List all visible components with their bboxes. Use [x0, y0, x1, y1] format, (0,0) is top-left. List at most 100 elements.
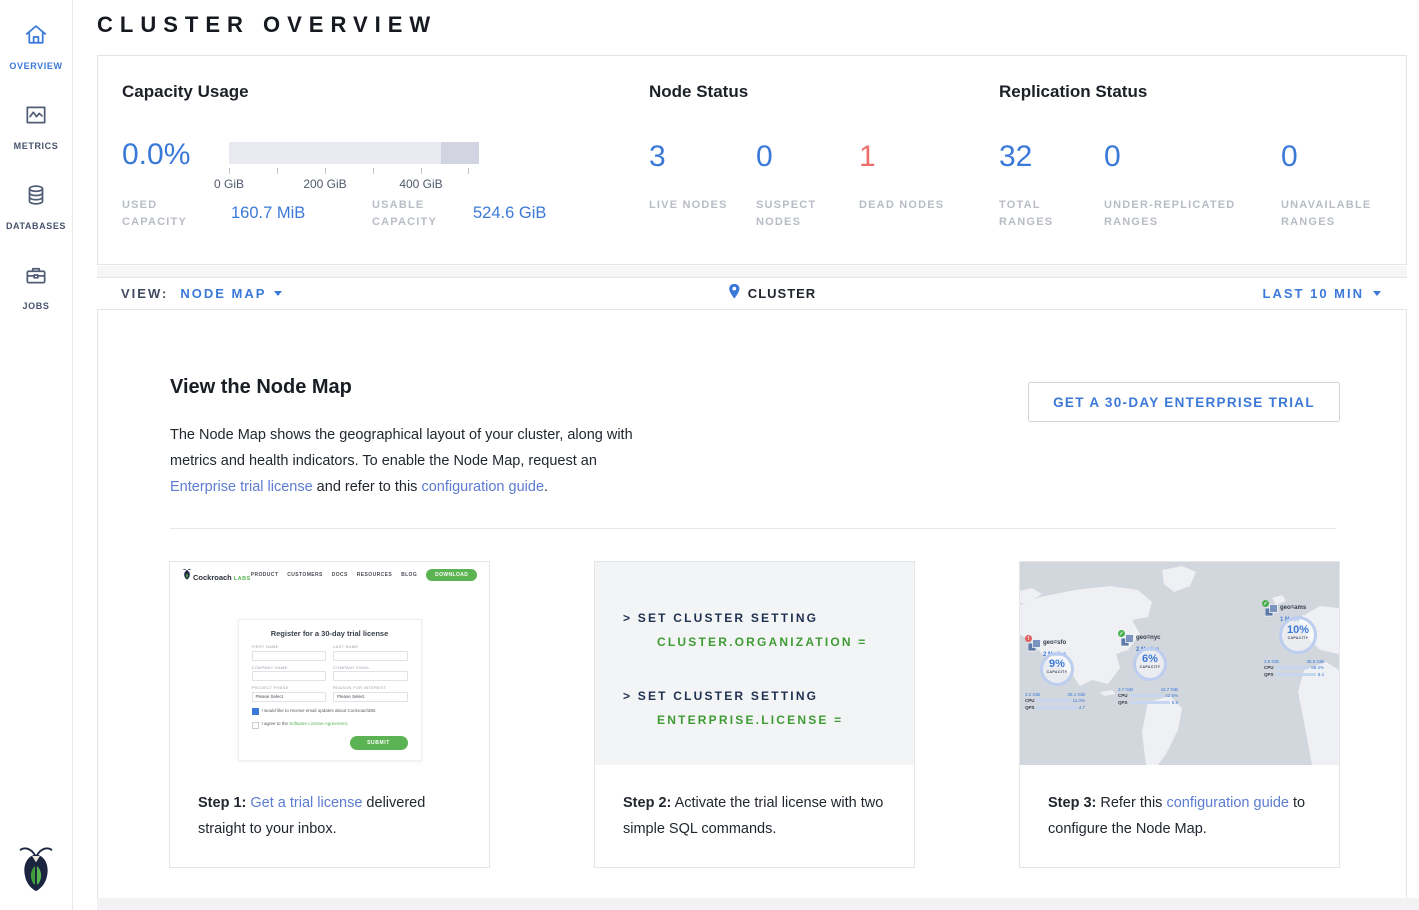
sidebar-item-label: JOBS	[23, 301, 50, 311]
minisite-nav-item: CUSTOMERS	[287, 572, 322, 578]
cluster-breadcrumb[interactable]: CLUSTER	[728, 283, 816, 305]
step-number: Step 1:	[198, 795, 246, 811]
caret-down-icon	[1373, 291, 1381, 296]
sidebar-item-metrics[interactable]: METRICS	[0, 86, 72, 166]
sidebar-item-label: OVERVIEW	[9, 61, 62, 71]
home-icon	[23, 22, 49, 53]
minisite-select: Please Select	[252, 692, 327, 702]
minisite-checkbox	[252, 722, 259, 729]
sidebar-item-databases[interactable]: DATABASES	[0, 166, 72, 246]
sql-command-line: > SET CLUSTER SETTING	[623, 684, 914, 708]
description-line: The Node Map shows the geographical layo…	[170, 422, 633, 448]
check-icon: ✓	[1118, 630, 1125, 637]
breadcrumb-label: CLUSTER	[748, 286, 816, 301]
dead-nodes-stat: 1 DEAD NODES	[859, 140, 979, 231]
minisite-logo-suffix: LABS	[234, 576, 251, 582]
capacity-percent: 6%	[1136, 654, 1164, 665]
used-capacity-percent: 0.0%	[122, 138, 190, 172]
sql-command-line: CLUSTER.ORGANIZATION =	[623, 630, 914, 654]
enterprise-trial-button[interactable]: GET A 30-DAY ENTERPRISE TRIAL	[1028, 382, 1340, 422]
sql-command-line: > SET CLUSTER SETTING	[623, 606, 914, 630]
suspect-nodes-label: SUSPECT NODES	[756, 197, 846, 231]
time-range-value: LAST 10 MIN	[1263, 286, 1364, 301]
metrics-icon	[23, 102, 49, 133]
locality-stats: 3.6 GiB36.6 GiB CPU58.3% QPS8.4	[1264, 658, 1324, 678]
main-content: CLUSTER OVERVIEW Capacity Usage 0.0% 0 G…	[73, 0, 1419, 910]
capacity-label: CAPACITY	[1282, 636, 1314, 640]
minisite-nav-item: PRODUCT	[251, 572, 279, 578]
step1-screenshot: Cockroach LABS PRODUCT CUSTOMERS DOCS RE…	[170, 562, 489, 765]
time-range-selector[interactable]: LAST 10 MIN	[1263, 286, 1407, 301]
step1-card: Cockroach LABS PRODUCT CUSTOMERS DOCS RE…	[169, 561, 490, 868]
suspect-nodes-value: 0	[756, 140, 859, 174]
capacity-gauge-circle: 6% CAPACITY	[1133, 647, 1167, 681]
locality-nyc: ✓ geo=nyc2 Nodes 6% CAPACITY 3.7 GiB43.7…	[1118, 630, 1178, 650]
total-ranges-label: TOTAL RANGES	[999, 197, 1079, 231]
step3-caption: Step 3: Refer this configuration guide t…	[1020, 765, 1339, 842]
gauge-tick	[421, 168, 422, 174]
view-selector-value: NODE MAP	[180, 286, 266, 301]
minisite-text-input	[252, 671, 327, 681]
step2-code-block: > SET CLUSTER SETTING CLUSTER.ORGANIZATI…	[595, 562, 914, 765]
replication-status-title: Replication Status	[999, 82, 1147, 102]
minisite-select: Please Select	[333, 692, 408, 702]
capacity-gauge-circle: 10% CAPACITY	[1279, 616, 1317, 654]
gauge-tick-label: 400 GiB	[399, 177, 442, 191]
total-ranges-value: 32	[999, 140, 1104, 174]
panel-gap	[97, 266, 1407, 277]
sidebar-item-label: METRICS	[14, 141, 59, 151]
minisite-logo: Cockroach LABS	[183, 568, 251, 582]
gauge-tick	[277, 168, 278, 174]
minisite-checkbox-label: I agree to the Software License Agreemen…	[262, 721, 349, 726]
configuration-guide-link[interactable]: configuration guide	[1166, 795, 1289, 811]
gauge-tick-label: 0 GiB	[214, 177, 244, 191]
minisite-text-input	[333, 671, 408, 681]
gauge-tick-label: 200 GiB	[303, 177, 346, 191]
gauge-tick	[325, 168, 326, 174]
under-replicated-ranges-label: UNDER-REPLICATED RANGES	[1104, 197, 1264, 231]
sidebar-item-overview[interactable]: OVERVIEW	[0, 6, 72, 86]
caret-down-icon	[274, 291, 282, 296]
gauge-tick	[468, 168, 469, 174]
capacity-label: CAPACITY	[1043, 670, 1071, 674]
minisite-field-label: FIRST NAME	[252, 644, 327, 649]
step-number: Step 2:	[623, 795, 671, 811]
node-status-title: Node Status	[649, 82, 748, 102]
get-trial-license-link[interactable]: Get a trial license	[250, 795, 362, 811]
cluster-summary-panel: Capacity Usage 0.0% 0 GiB 200 GiB 400 Gi…	[97, 55, 1407, 265]
gauge-tick	[373, 168, 374, 174]
locality-name: geo=sfo	[1043, 640, 1066, 646]
minisite-logo-text: Cockroach	[193, 573, 232, 582]
configuration-guide-link[interactable]: configuration guide	[421, 479, 544, 495]
minisite-text-input	[252, 651, 327, 661]
capacity-percent: 9%	[1043, 659, 1071, 670]
unavailable-ranges-value: 0	[1281, 140, 1411, 174]
locality-sfo: ! geo=sfo2 Nodes 9% CAPACITY 3.2 GiB35.1…	[1025, 635, 1085, 655]
minisite-nav-item: BLOG	[401, 572, 417, 578]
capacity-percent: 10%	[1282, 625, 1314, 636]
live-nodes-stat: 3 LIVE NODES	[649, 140, 756, 231]
usable-capacity-label: USABLE CAPACITY	[372, 197, 462, 231]
step2-card: > SET CLUSTER SETTING CLUSTER.ORGANIZATI…	[594, 561, 915, 868]
divider	[170, 528, 1336, 529]
step2-caption: Step 2: Activate the trial license with …	[595, 765, 914, 842]
live-nodes-value: 3	[649, 140, 756, 174]
dead-nodes-value: 1	[859, 140, 979, 174]
description-line: metrics and health indicators. To enable…	[170, 448, 633, 474]
sidebar-item-jobs[interactable]: JOBS	[0, 246, 72, 326]
sidebar: OVERVIEW METRICS DATABASES JOBS	[0, 0, 73, 910]
unavailable-ranges-stat: 0 UNAVAILABLE RANGES	[1281, 140, 1411, 231]
minisite-field-label: COMPANY EMAIL	[333, 665, 408, 670]
cockroach-logo	[18, 843, 54, 898]
minisite-text-input	[333, 651, 408, 661]
node-map-description: The Node Map shows the geographical layo…	[170, 422, 633, 500]
unavailable-ranges-label: UNAVAILABLE RANGES	[1281, 197, 1391, 231]
sidebar-item-label: DATABASES	[6, 221, 66, 231]
enterprise-trial-license-link[interactable]: Enterprise trial license	[170, 479, 313, 495]
capacity-gauge-end-segment	[441, 142, 479, 164]
view-selector[interactable]: NODE MAP	[180, 286, 282, 301]
node-map-title: View the Node Map	[170, 376, 352, 399]
used-capacity-label: USED CAPACITY	[122, 197, 202, 231]
under-replicated-ranges-stat: 0 UNDER-REPLICATED RANGES	[1104, 140, 1281, 231]
node-map-panel: View the Node Map The Node Map shows the…	[97, 310, 1407, 898]
